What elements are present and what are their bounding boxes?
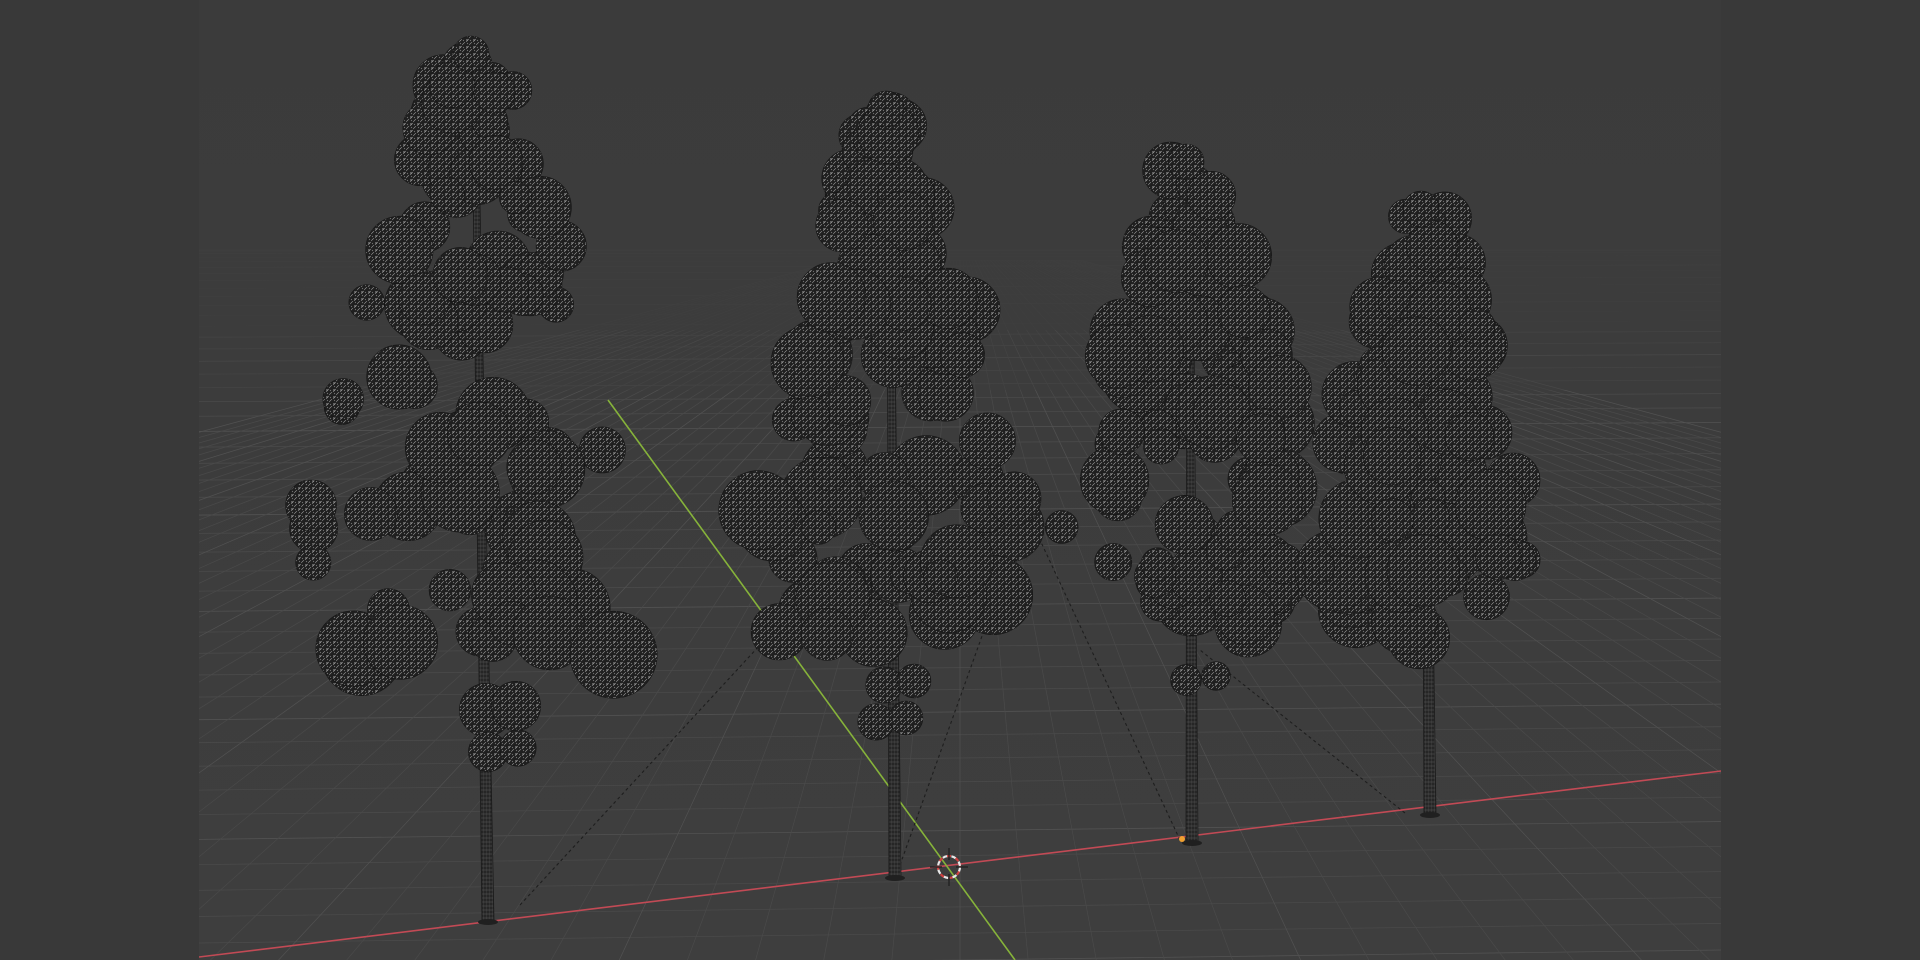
3d-viewport[interactable] [199,0,1721,960]
right-panel-area [1721,0,1920,960]
left-panel-area [0,0,199,960]
blender-app [0,0,1920,960]
viewport-scene[interactable] [199,0,1721,960]
origin-dot-icon [1179,836,1185,842]
